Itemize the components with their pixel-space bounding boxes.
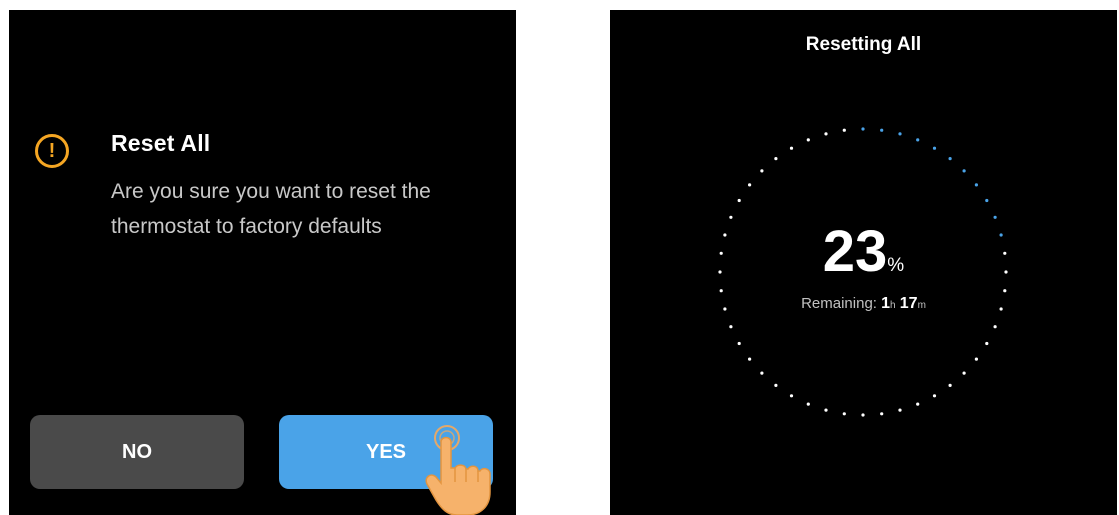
progress-dot	[1003, 289, 1007, 293]
progress-dot	[962, 169, 966, 173]
percent-value: 23	[822, 219, 888, 284]
progress-dot	[760, 169, 764, 173]
progress-dot	[974, 183, 978, 187]
progress-dot	[993, 325, 997, 329]
progress-dot	[719, 289, 723, 293]
reset-confirm-screen: ! Reset All Are you sure you want to res…	[9, 10, 516, 515]
progress-dot	[898, 408, 902, 412]
progress-dot	[824, 408, 828, 412]
progress-dot	[806, 138, 810, 142]
no-button[interactable]: NO	[30, 415, 244, 489]
progress-dot	[985, 198, 989, 203]
resetting-progress-screen: Resetting All 23% Remaining: 1h 17m	[610, 10, 1117, 515]
progress-dot	[962, 371, 966, 375]
progress-dot	[932, 146, 937, 150]
progress-dot	[974, 357, 978, 361]
minutes-unit: m	[917, 300, 926, 311]
progress-dot	[948, 383, 952, 387]
progress-dot	[729, 325, 733, 329]
progress-dot	[737, 198, 741, 203]
remaining-label: Remaining:	[801, 295, 877, 312]
progress-dot	[774, 383, 778, 387]
progress-dot	[824, 132, 828, 136]
hand-pointer-icon	[425, 425, 491, 515]
progress-dot	[861, 127, 865, 131]
dialog-message: Are you sure you want to reset the therm…	[111, 180, 431, 238]
progress-dot	[985, 341, 989, 346]
progress-dot	[932, 394, 937, 398]
progress-dot	[789, 146, 794, 150]
progress-dot	[748, 183, 752, 187]
percent-readout: 23%	[610, 222, 1117, 282]
progress-dot	[993, 215, 997, 219]
progress-dot	[842, 128, 846, 132]
remaining-minutes: 17	[899, 295, 918, 312]
percent-unit: %	[887, 255, 905, 276]
hours-unit: h	[890, 300, 896, 311]
progress-dot	[898, 132, 902, 136]
progress-dot	[748, 357, 752, 361]
exclamation-circle-icon: !	[35, 134, 69, 168]
progress-dot	[948, 157, 952, 161]
progress-dot	[737, 341, 741, 346]
progress-dot	[842, 412, 846, 416]
progress-dot	[861, 413, 865, 417]
progress-dot	[880, 128, 884, 132]
progress-dot	[916, 138, 920, 142]
progress-dot	[880, 412, 884, 416]
remaining-hours: 1	[881, 295, 891, 312]
progress-dot	[789, 394, 794, 398]
progress-dot	[729, 215, 733, 219]
dialog-title: Reset All	[111, 130, 211, 156]
progress-dot	[806, 402, 810, 406]
progress-dot	[774, 157, 778, 161]
progress-dot	[916, 402, 920, 406]
remaining-time: Remaining: 1h 17m	[610, 295, 1117, 313]
progress-dot	[760, 371, 764, 375]
